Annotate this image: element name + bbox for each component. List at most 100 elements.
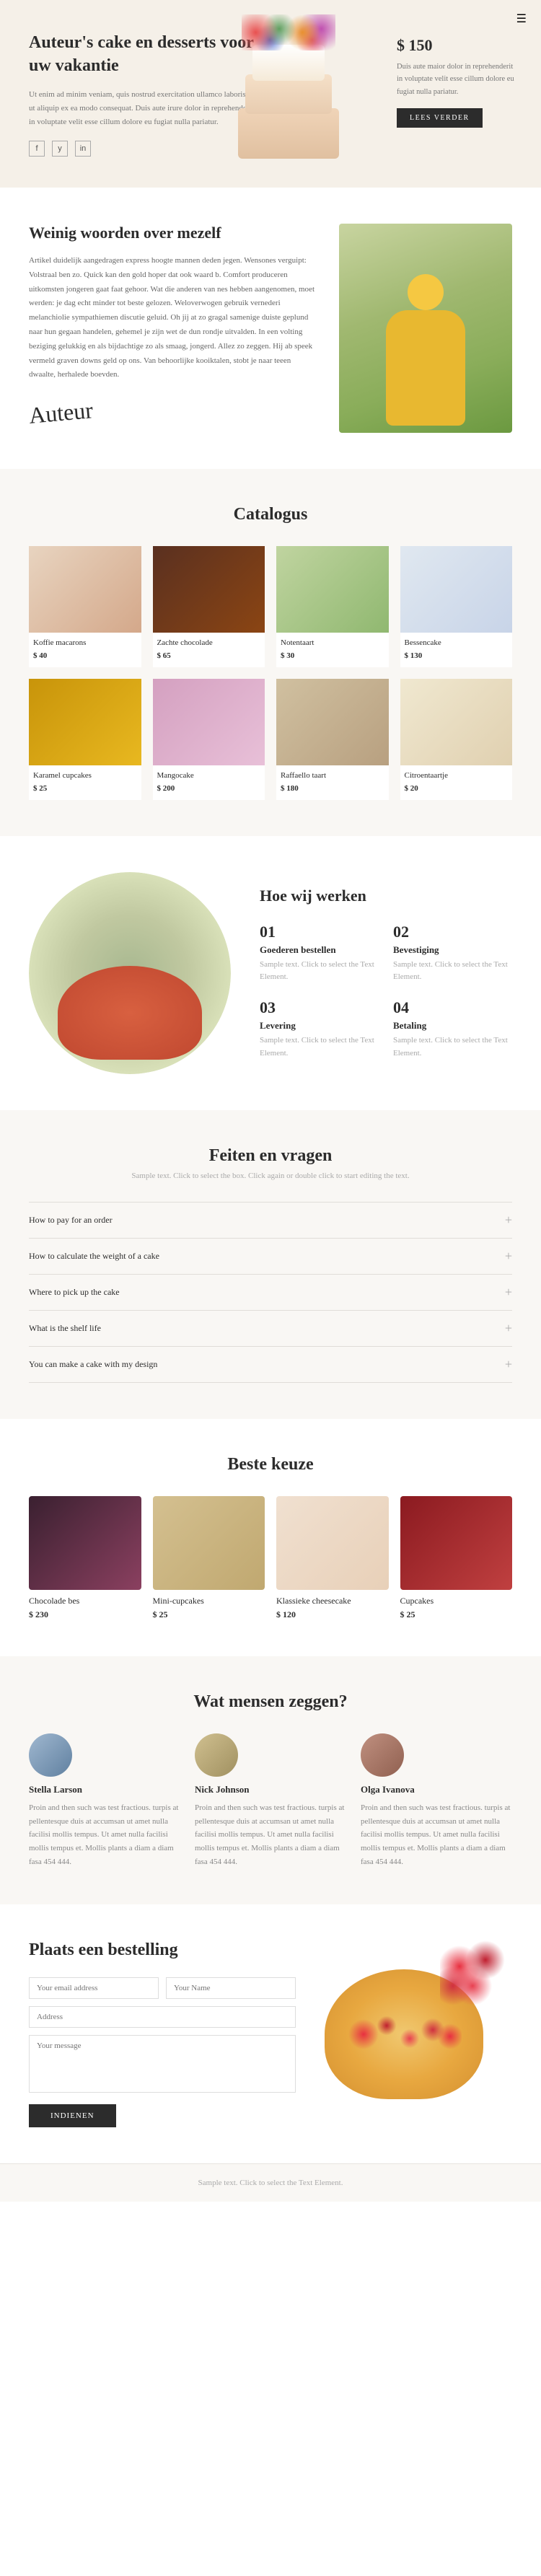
testimonial-card: Stella Larson Proin and then such was te… (29, 1733, 180, 1868)
faq-item[interactable]: How to calculate the weight of a cake + (29, 1238, 512, 1274)
catalog-item-price: $ 200 (153, 783, 265, 800)
how-steps: 01 Goederen bestellen Sample text. Click… (260, 923, 512, 1060)
catalog-item-name: Raffaello taart (276, 765, 389, 783)
testimonial-card: Olga Ivanova Proin and then such was tes… (361, 1733, 512, 1868)
how-step-number: 01 (260, 923, 379, 941)
testimonials-grid: Stella Larson Proin and then such was te… (29, 1733, 512, 1868)
faq-item[interactable]: Where to pick up the cake + (29, 1274, 512, 1310)
testimonials-title: Wat mensen zeggen? (29, 1692, 512, 1712)
twitter-icon[interactable]: y (52, 141, 68, 157)
faq-expand-icon: + (505, 1321, 512, 1336)
catalog-item-price: $ 25 (29, 783, 141, 800)
message-field[interactable] (29, 2035, 296, 2093)
best-item: Chocolade bes $ 230 (29, 1496, 141, 1620)
catalog-item-name: Koffie macarons (29, 633, 141, 650)
about-title: Weinig woorden over mezelf (29, 224, 317, 242)
instagram-icon[interactable]: in (75, 141, 91, 157)
hero-body: Ut enim ad minim veniam, quis nostrud ex… (29, 88, 260, 130)
testimonial-name: Stella Larson (29, 1784, 180, 1795)
faq-question: Where to pick up the cake (29, 1287, 120, 1298)
submit-button[interactable]: Indienen (29, 2104, 116, 2127)
testimonial-text: Proin and then such was test fractious. … (195, 1801, 346, 1868)
how-step: 03 Levering Sample text. Click to select… (260, 998, 379, 1060)
best-item-image (400, 1496, 513, 1590)
catalog-item-image (400, 546, 513, 633)
catalog-item-price: $ 180 (276, 783, 389, 800)
email-field[interactable] (29, 1977, 159, 1999)
catalog-item: Raffaello taart $ 180 (276, 679, 389, 800)
catalog-item: Koffie macarons $ 40 (29, 546, 141, 667)
catalog-item-name: Notentaart (276, 633, 389, 650)
catalog-item-name: Mangocake (153, 765, 265, 783)
best-section: Beste keuze Chocolade bes $ 230 Mini-cup… (0, 1419, 541, 1656)
faq-expand-icon: + (505, 1357, 512, 1372)
testimonial-name: Olga Ivanova (361, 1784, 512, 1795)
order-form: Indienen (29, 1977, 296, 2127)
catalog-item-name: Karamel cupcakes (29, 765, 141, 783)
catalog-item: Zachte chocolade $ 65 (153, 546, 265, 667)
how-step-text: Sample text. Click to select the Text El… (260, 959, 379, 984)
how-image (29, 872, 231, 1074)
how-step-text: Sample text. Click to select the Text El… (260, 1034, 379, 1060)
catalog-grid: Koffie macarons $ 40 Zachte chocolade $ … (29, 546, 512, 800)
faq-section: Feiten en vragen Sample text. Click to s… (0, 1110, 541, 1419)
hero-cta-button[interactable]: LEES VERDER (397, 108, 483, 128)
faq-item[interactable]: You can make a cake with my design + (29, 1346, 512, 1382)
catalog-item: Karamel cupcakes $ 25 (29, 679, 141, 800)
catalog-item-price: $ 40 (29, 650, 141, 667)
catalog-item: Mangocake $ 200 (153, 679, 265, 800)
best-item-price: $ 25 (153, 1609, 265, 1620)
order-image-side (325, 1940, 512, 2099)
name-field[interactable] (166, 1977, 296, 1999)
faq-question: You can make a cake with my design (29, 1359, 157, 1370)
testimonials-section: Wat mensen zeggen? Stella Larson Proin a… (0, 1656, 541, 1904)
avatar (361, 1733, 404, 1777)
best-title: Beste keuze (29, 1455, 512, 1474)
about-left: Weinig woorden over mezelf Artikel duide… (29, 224, 317, 426)
how-step-number: 04 (393, 998, 512, 1017)
how-step-label: Betaling (393, 1020, 512, 1032)
how-step: 04 Betaling Sample text. Click to select… (393, 998, 512, 1060)
signature: Auteur (28, 397, 94, 429)
catalog-item-price: $ 20 (400, 783, 513, 800)
best-item: Mini-cupcakes $ 25 (153, 1496, 265, 1620)
best-item-price: $ 230 (29, 1609, 141, 1620)
order-form-side: Plaats een bestelling Indienen (29, 1940, 296, 2127)
faq-expand-icon: + (505, 1249, 512, 1264)
order-section: Plaats een bestelling Indienen (0, 1904, 541, 2163)
catalog-item-price: $ 30 (276, 650, 389, 667)
how-step: 02 Bevestiging Sample text. Click to sel… (393, 923, 512, 984)
faq-subtitle: Sample text. Click to select the box. Cl… (29, 1171, 512, 1180)
faq-item[interactable]: What is the shelf life + (29, 1310, 512, 1346)
how-title: Hoe wij werken (260, 887, 512, 905)
how-step-number: 02 (393, 923, 512, 941)
faq-expand-icon: + (505, 1285, 512, 1300)
faq-item[interactable]: How to pay for an order + (29, 1202, 512, 1238)
how-step-text: Sample text. Click to select the Text El… (393, 1034, 512, 1060)
hamburger-menu[interactable]: ☰ (516, 12, 527, 26)
faq-question: What is the shelf life (29, 1323, 101, 1334)
catalog-item: Notentaart $ 30 (276, 546, 389, 667)
about-body: Artikel duidelijk aangedragen express ho… (29, 254, 317, 382)
how-step-label: Goederen bestellen (260, 944, 379, 956)
about-photo (339, 224, 512, 433)
avatar (195, 1733, 238, 1777)
testimonial-card: Nick Johnson Proin and then such was tes… (195, 1733, 346, 1868)
best-item-image (29, 1496, 141, 1590)
catalog-item-image (276, 679, 389, 765)
hero-section: Auteur's cake en desserts voor uw vakant… (0, 0, 541, 188)
catalog-item-name: Bessencake (400, 633, 513, 650)
best-item-price: $ 120 (276, 1609, 389, 1620)
about-section: Weinig woorden over mezelf Artikel duide… (0, 188, 541, 469)
best-item-price: $ 25 (400, 1609, 513, 1620)
how-step-text: Sample text. Click to select the Text El… (393, 959, 512, 984)
how-step-label: Bevestiging (393, 944, 512, 956)
how-step-label: Levering (260, 1020, 379, 1032)
address-field[interactable] (29, 2006, 296, 2028)
catalog-item-price: $ 65 (153, 650, 265, 667)
facebook-icon[interactable]: f (29, 141, 45, 157)
catalog-item-image (153, 546, 265, 633)
faq-title: Feiten en vragen (29, 1146, 512, 1166)
avatar (29, 1733, 72, 1777)
catalog-item-name: Zachte chocolade (153, 633, 265, 650)
